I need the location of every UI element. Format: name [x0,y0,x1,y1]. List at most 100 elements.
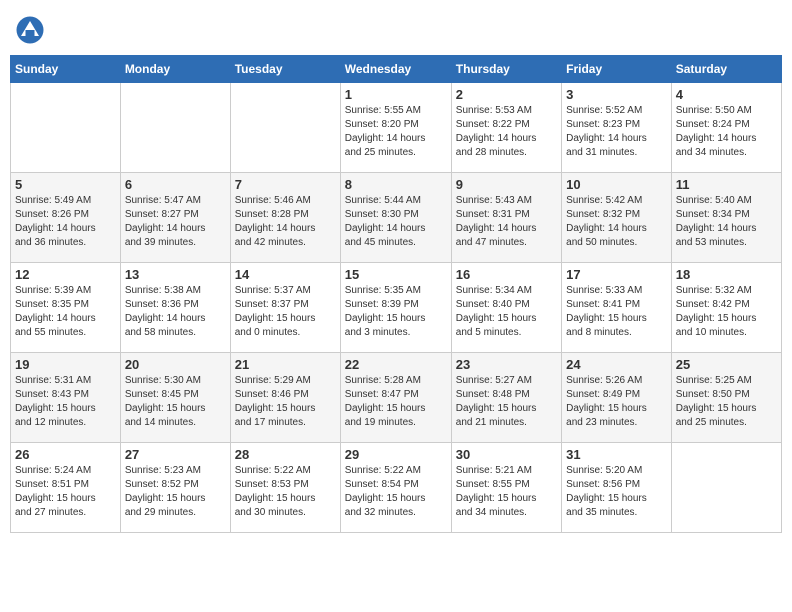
calendar-empty-cell [230,83,340,173]
day-number: 4 [676,87,777,102]
calendar-empty-cell [671,443,781,533]
calendar-day-7: 7Sunrise: 5:46 AM Sunset: 8:28 PM Daylig… [230,173,340,263]
day-number: 29 [345,447,447,462]
calendar-week-row: 5 Sunrise: 5:49 AM Sunset: 8:26 PM Daylig… [11,173,782,263]
day-info: Sunrise: 5:26 AM Sunset: 8:49 PM Dayligh… [566,374,667,430]
calendar-day-10: 10 Sunrise: 5:42 AM Sunset: 8:32 PM Dayli… [562,173,672,263]
day-info: Sunrise: 5:22 AM Sunset: 8:54 PM Dayligh… [345,464,447,520]
day-number: 20 [125,357,226,372]
day-info: Sunrise: 5:30 AM Sunset: 8:45 PM Dayligh… [125,374,226,430]
calendar-day-9: 9 Sunrise: 5:43 AM Sunset: 8:31 PM Daylig… [451,173,561,263]
calendar-day-24: 24 Sunrise: 5:26 AM Sunset: 8:49 PM Dayli… [562,353,672,443]
day-number: 10 [566,177,667,192]
calendar-day-4: 4Sunrise: 5:50 AM Sunset: 8:24 PM Daylig… [671,83,781,173]
day-number: 22 [345,357,447,372]
day-number: 18 [676,267,777,282]
calendar-day-28: 28 Sunrise: 5:22 AM Sunset: 8:53 PM Dayli… [230,443,340,533]
day-number: 31 [566,447,667,462]
day-number: 8 [345,177,447,192]
day-info: Sunrise: 5:33 AM Sunset: 8:41 PM Dayligh… [566,284,667,340]
calendar-day-26: 26 Sunrise: 5:24 AM Sunset: 8:51 PM Dayli… [11,443,121,533]
calendar-day-30: 30 Sunrise: 5:21 AM Sunset: 8:55 PM Dayli… [451,443,561,533]
day-info: Sunrise: 5:27 AM Sunset: 8:48 PM Dayligh… [456,374,557,430]
day-number: 6 [125,177,226,192]
day-info: Sunrise: 5:53 AM Sunset: 8:22 PM Dayligh… [456,104,557,160]
day-info: Sunrise: 5:39 AM Sunset: 8:35 PM Dayligh… [15,284,116,340]
calendar-header-saturday: Saturday [671,56,781,83]
calendar-header-friday: Friday [562,56,672,83]
day-number: 1 [345,87,447,102]
day-number: 11 [676,177,777,192]
calendar-day-22: 22 Sunrise: 5:28 AM Sunset: 8:47 PM Dayli… [340,353,451,443]
calendar-day-27: 27Sunrise: 5:23 AM Sunset: 8:52 PM Dayli… [120,443,230,533]
day-info: Sunrise: 5:38 AM Sunset: 8:36 PM Dayligh… [125,284,226,340]
day-info: Sunrise: 5:34 AM Sunset: 8:40 PM Dayligh… [456,284,557,340]
calendar-day-14: 14 Sunrise: 5:37 AM Sunset: 8:37 PM Dayli… [230,263,340,353]
calendar-day-1: 1 Sunrise: 5:55 AM Sunset: 8:20 PM Daylig… [340,83,451,173]
day-number: 28 [235,447,336,462]
day-number: 27 [125,447,226,462]
day-number: 24 [566,357,667,372]
calendar-table: SundayMondayTuesdayWednesdayThursdayFrid… [10,55,782,533]
day-number: 7 [235,177,336,192]
day-info: Sunrise: 5:47 AM Sunset: 8:27 PM Dayligh… [125,194,226,250]
calendar-day-2: 2Sunrise: 5:53 AM Sunset: 8:22 PM Daylig… [451,83,561,173]
day-info: Sunrise: 5:21 AM Sunset: 8:55 PM Dayligh… [456,464,557,520]
day-info: Sunrise: 5:28 AM Sunset: 8:47 PM Dayligh… [345,374,447,430]
calendar-day-17: 17 Sunrise: 5:33 AM Sunset: 8:41 PM Dayli… [562,263,672,353]
day-info: Sunrise: 5:55 AM Sunset: 8:20 PM Dayligh… [345,104,447,160]
day-number: 13 [125,267,226,282]
calendar-header-row: SundayMondayTuesdayWednesdayThursdayFrid… [11,56,782,83]
calendar-header-sunday: Sunday [11,56,121,83]
day-info: Sunrise: 5:35 AM Sunset: 8:39 PM Dayligh… [345,284,447,340]
calendar-day-11: 11 Sunrise: 5:40 AM Sunset: 8:34 PM Dayli… [671,173,781,263]
day-info: Sunrise: 5:49 AM Sunset: 8:26 PM Dayligh… [15,194,116,250]
calendar-empty-cell [11,83,121,173]
day-info: Sunrise: 5:24 AM Sunset: 8:51 PM Dayligh… [15,464,116,520]
calendar-week-row: 12 Sunrise: 5:39 AM Sunset: 8:35 PM Dayli… [11,263,782,353]
day-info: Sunrise: 5:22 AM Sunset: 8:53 PM Dayligh… [235,464,336,520]
day-info: Sunrise: 5:44 AM Sunset: 8:30 PM Dayligh… [345,194,447,250]
day-info: Sunrise: 5:25 AM Sunset: 8:50 PM Dayligh… [676,374,777,430]
day-info: Sunrise: 5:40 AM Sunset: 8:34 PM Dayligh… [676,194,777,250]
calendar-week-row: 26 Sunrise: 5:24 AM Sunset: 8:51 PM Dayli… [11,443,782,533]
day-number: 17 [566,267,667,282]
day-number: 25 [676,357,777,372]
calendar-day-16: 16Sunrise: 5:34 AM Sunset: 8:40 PM Dayli… [451,263,561,353]
day-number: 3 [566,87,667,102]
day-info: Sunrise: 5:31 AM Sunset: 8:43 PM Dayligh… [15,374,116,430]
day-info: Sunrise: 5:37 AM Sunset: 8:37 PM Dayligh… [235,284,336,340]
calendar-header-wednesday: Wednesday [340,56,451,83]
calendar-day-13: 13 Sunrise: 5:38 AM Sunset: 8:36 PM Dayli… [120,263,230,353]
calendar-day-20: 20 Sunrise: 5:30 AM Sunset: 8:45 PM Dayli… [120,353,230,443]
day-number: 30 [456,447,557,462]
day-number: 9 [456,177,557,192]
calendar-header-monday: Monday [120,56,230,83]
day-info: Sunrise: 5:43 AM Sunset: 8:31 PM Dayligh… [456,194,557,250]
day-info: Sunrise: 5:29 AM Sunset: 8:46 PM Dayligh… [235,374,336,430]
day-number: 26 [15,447,116,462]
day-info: Sunrise: 5:52 AM Sunset: 8:23 PM Dayligh… [566,104,667,160]
calendar-day-31: 31 Sunrise: 5:20 AM Sunset: 8:56 PM Dayli… [562,443,672,533]
calendar-day-19: 19Sunrise: 5:31 AM Sunset: 8:43 PM Dayli… [11,353,121,443]
day-number: 15 [345,267,447,282]
calendar-header-thursday: Thursday [451,56,561,83]
calendar-day-25: 25 Sunrise: 5:25 AM Sunset: 8:50 PM Dayli… [671,353,781,443]
calendar-day-12: 12 Sunrise: 5:39 AM Sunset: 8:35 PM Dayli… [11,263,121,353]
day-number: 14 [235,267,336,282]
calendar-day-8: 8 Sunrise: 5:44 AM Sunset: 8:30 PM Daylig… [340,173,451,263]
day-info: Sunrise: 5:42 AM Sunset: 8:32 PM Dayligh… [566,194,667,250]
calendar-week-row: 1 Sunrise: 5:55 AM Sunset: 8:20 PM Daylig… [11,83,782,173]
day-info: Sunrise: 5:20 AM Sunset: 8:56 PM Dayligh… [566,464,667,520]
page-header [10,10,782,45]
day-info: Sunrise: 5:32 AM Sunset: 8:42 PM Dayligh… [676,284,777,340]
calendar-day-23: 23Sunrise: 5:27 AM Sunset: 8:48 PM Dayli… [451,353,561,443]
calendar-day-21: 21Sunrise: 5:29 AM Sunset: 8:46 PM Dayli… [230,353,340,443]
calendar-header-tuesday: Tuesday [230,56,340,83]
calendar-day-3: 3 Sunrise: 5:52 AM Sunset: 8:23 PM Daylig… [562,83,672,173]
calendar-day-6: 6 Sunrise: 5:47 AM Sunset: 8:27 PM Daylig… [120,173,230,263]
calendar-day-5: 5 Sunrise: 5:49 AM Sunset: 8:26 PM Daylig… [11,173,121,263]
logo-icon [15,15,45,45]
day-number: 5 [15,177,116,192]
day-number: 12 [15,267,116,282]
